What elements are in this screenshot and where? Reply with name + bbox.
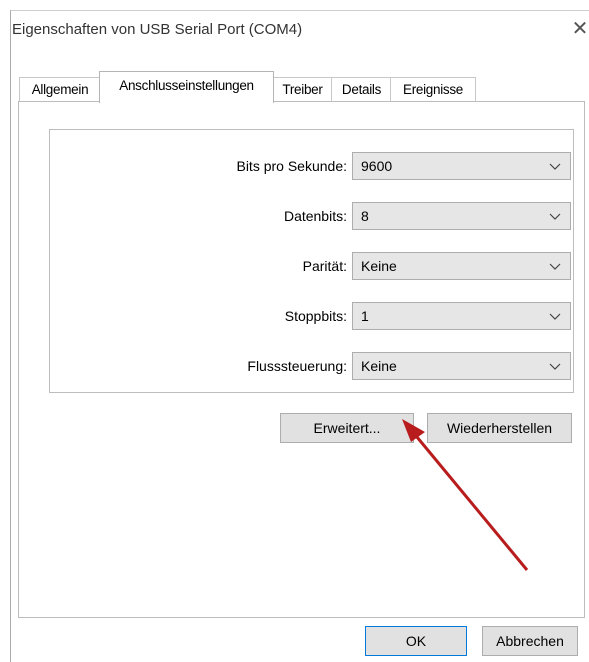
data-row: Datenbits: 8 (50, 202, 573, 232)
chevron-down-icon (549, 163, 561, 170)
data-label: Datenbits: (283, 208, 347, 224)
bits-label: Bits pro Sekunde: (236, 158, 347, 174)
parity-select[interactable]: Keine (352, 252, 571, 280)
flow-select[interactable]: Keine (352, 352, 571, 380)
stop-value: 1 (361, 308, 369, 324)
advanced-button[interactable]: Erweitert... (280, 413, 414, 443)
chevron-down-icon (549, 313, 561, 320)
bits-row: Bits pro Sekunde: 9600 (50, 152, 573, 182)
parity-value: Keine (361, 258, 397, 274)
parity-label: Parität: (302, 258, 347, 274)
dialog-title: Eigenschaften von USB Serial Port (COM4) (12, 21, 303, 38)
tab-ereignisse[interactable]: Ereignisse (390, 77, 476, 102)
restore-button[interactable]: Wiederherstellen (427, 413, 572, 443)
bits-select[interactable]: 9600 (352, 152, 571, 180)
flow-label: Flusssteuerung: (247, 358, 347, 374)
cancel-button[interactable]: Abbrechen (482, 626, 578, 656)
data-select[interactable]: 8 (352, 202, 571, 230)
stop-select[interactable]: 1 (352, 302, 571, 330)
stop-row: Stoppbits: 1 (50, 302, 573, 332)
flow-value: Keine (361, 358, 397, 374)
tab-anschlusseinstellungen[interactable]: Anschlusseinstellungen (99, 71, 274, 103)
chevron-down-icon (549, 263, 561, 270)
close-icon[interactable]: ✕ (567, 16, 589, 42)
data-value: 8 (361, 208, 369, 224)
stop-label: Stoppbits: (284, 308, 347, 324)
parity-row: Parität: Keine (50, 252, 573, 282)
chevron-down-icon (549, 363, 561, 370)
tab-treiber[interactable]: Treiber (272, 77, 333, 102)
tab-allgemein[interactable]: Allgemein (19, 77, 101, 102)
properties-dialog: Eigenschaften von USB Serial Port (COM4)… (10, 10, 589, 662)
settings-group: Bits pro Sekunde: 9600 Datenbits: 8 Pari… (49, 129, 574, 393)
tab-panel: Bits pro Sekunde: 9600 Datenbits: 8 Pari… (18, 101, 585, 618)
tab-details[interactable]: Details (331, 77, 392, 102)
bits-value: 9600 (361, 158, 393, 174)
chevron-down-icon (549, 213, 561, 220)
ok-button[interactable]: OK (365, 626, 467, 656)
flow-row: Flusssteuerung: Keine (50, 352, 573, 382)
